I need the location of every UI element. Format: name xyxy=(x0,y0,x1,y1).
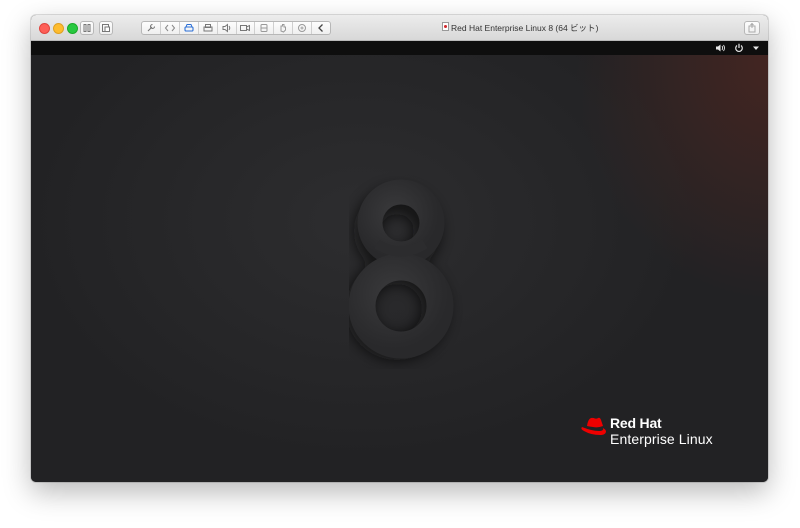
printer-button[interactable] xyxy=(199,22,218,34)
usb-button[interactable] xyxy=(255,22,275,34)
wrench-icon xyxy=(147,23,156,32)
share-button[interactable] xyxy=(744,21,760,35)
hard-disk-button[interactable] xyxy=(180,22,199,34)
guest-screen[interactable]: Red Hat Enterprise Linux xyxy=(31,41,768,482)
snapshot-icon xyxy=(102,24,110,32)
cd-icon xyxy=(298,24,307,32)
snapshot-button[interactable] xyxy=(99,21,113,35)
red-hat-icon xyxy=(581,417,606,435)
collapse-toolbar-button[interactable] xyxy=(312,22,330,34)
code-icon xyxy=(164,24,176,32)
vm-window: Red Hat Enterprise Linux 8 (64 ビット) Red … xyxy=(31,15,768,482)
close-button[interactable] xyxy=(39,23,50,34)
cd-button[interactable] xyxy=(293,22,313,34)
window-title: Red Hat Enterprise Linux 8 (64 ビット) xyxy=(451,23,599,33)
rhel-8-splash-logo xyxy=(349,179,454,360)
desktop: Red Hat Enterprise Linux 8 (64 ビット) Red … xyxy=(0,0,800,528)
code-button[interactable] xyxy=(161,22,180,34)
chevron-left-icon xyxy=(318,24,324,32)
gnome-top-bar xyxy=(31,41,768,55)
sidebar-toggle-button[interactable] xyxy=(80,21,94,35)
document-icon xyxy=(442,22,449,31)
mouse-icon xyxy=(280,24,287,33)
mouse-button[interactable] xyxy=(274,22,294,34)
volume-icon[interactable] xyxy=(715,43,726,53)
share-icon xyxy=(748,22,756,33)
speaker-icon xyxy=(222,23,230,33)
system-tray[interactable] xyxy=(715,42,760,54)
brand-product: Enterprise Linux xyxy=(610,431,713,447)
device-toolbar xyxy=(141,21,331,35)
minimize-button[interactable] xyxy=(53,23,64,34)
camera-button[interactable] xyxy=(237,22,256,34)
wrench-button[interactable] xyxy=(142,22,161,34)
camera-icon xyxy=(240,24,251,32)
title-bar[interactable]: Red Hat Enterprise Linux 8 (64 ビット) xyxy=(31,15,768,41)
speaker-button[interactable] xyxy=(218,22,237,34)
usb-icon xyxy=(260,24,268,32)
brand-name: Red Hat xyxy=(610,415,662,431)
printer-icon xyxy=(203,24,213,32)
zoom-button[interactable] xyxy=(67,23,78,34)
caret-down-icon[interactable] xyxy=(752,43,760,53)
red-hat-brand-logo: Red Hat Enterprise Linux xyxy=(580,414,740,464)
power-icon[interactable] xyxy=(734,43,744,53)
hard-disk-icon xyxy=(184,24,194,32)
pause-icon xyxy=(83,24,91,32)
